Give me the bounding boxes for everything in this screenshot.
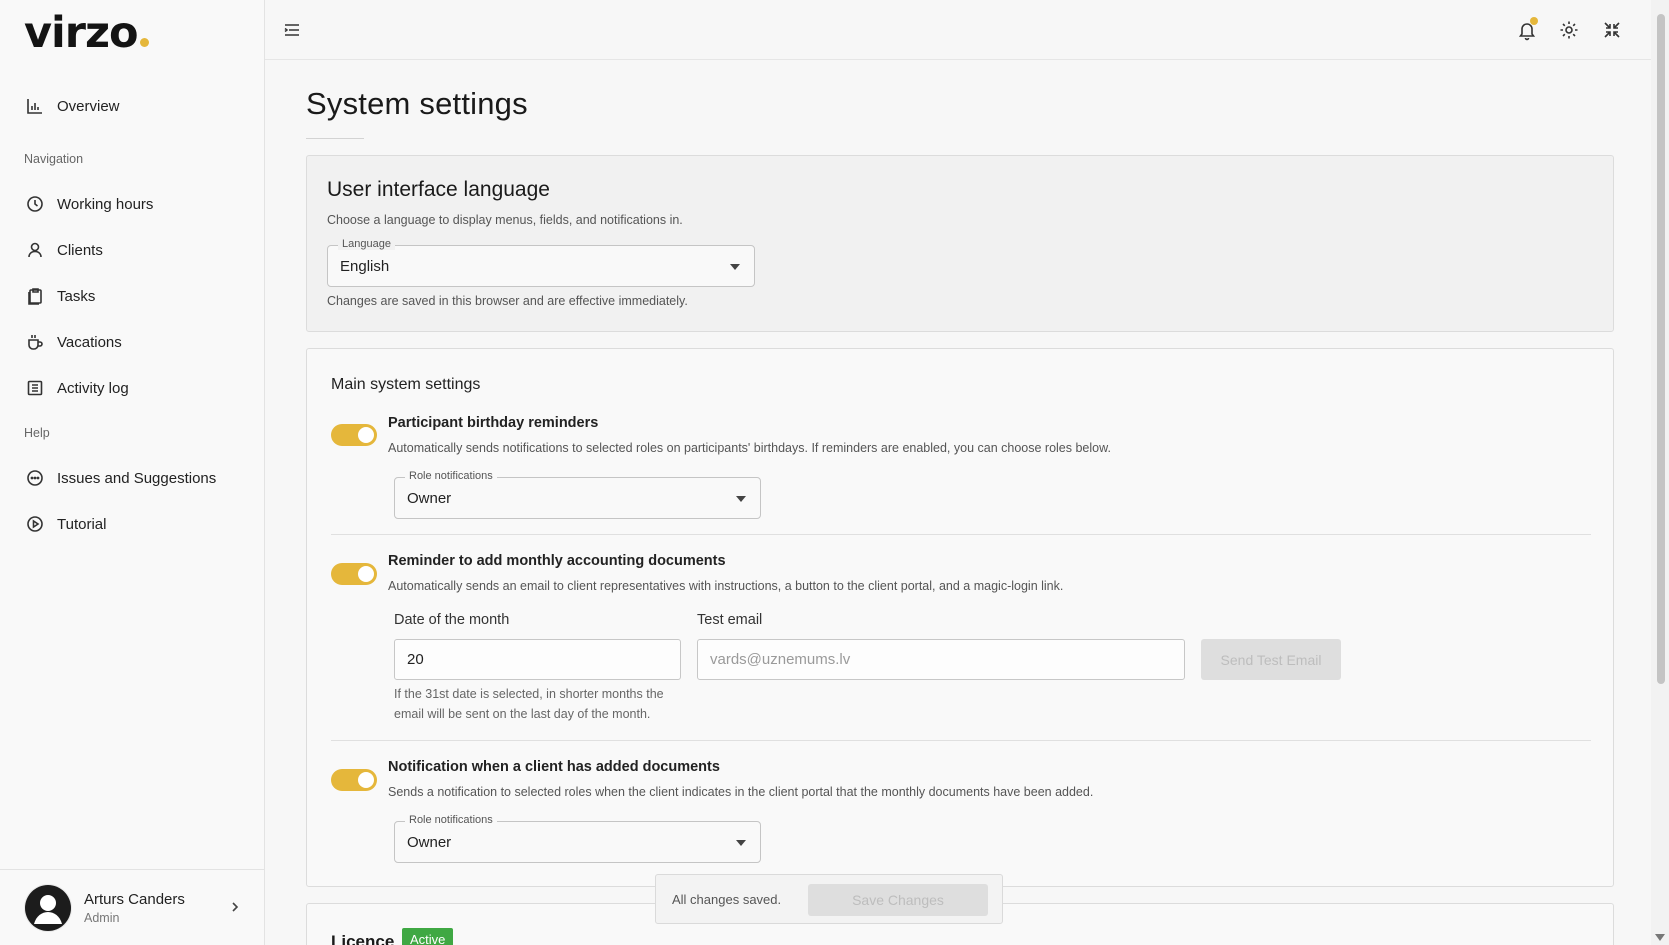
date-of-month-input[interactable]: 20 [394,639,681,680]
licence-title: Licence [331,932,395,945]
sidebar-item-tutorial[interactable]: Tutorial [26,510,106,538]
user-role: Admin [84,910,120,925]
monthly-reminder-description: Automatically sends an email to client r… [388,579,1064,593]
save-status: All changes saved. [672,892,782,907]
nav-section-navigation: Navigation [24,152,84,166]
monthly-reminder-toggle[interactable] [331,563,377,585]
chevron-right-icon [232,902,239,912]
settings-button[interactable] [1558,19,1580,41]
birthday-role-select-label: Role notifications [405,470,497,482]
language-select-value: English [340,258,390,275]
logo-dot [139,38,149,47]
language-helper: Changes are saved in this browser and ar… [327,294,688,308]
test-email-input[interactable]: vards@uznemums.lv [697,639,1185,680]
save-changes-button[interactable]: Save Changes [808,884,988,916]
scroll-down-arrow[interactable] [1655,934,1665,941]
scrollbar-thumb[interactable] [1657,14,1665,684]
sidebar-item-label: Tasks [57,287,96,305]
chevron-down-icon [730,264,740,270]
gear-icon [1560,21,1578,39]
language-card-title: User interface language [327,178,550,201]
avatar [24,883,72,932]
page-title: System settings [306,86,528,121]
main-settings-title: Main system settings [331,376,481,393]
date-helper-text: If the 31st date is selected, in shorter… [394,687,664,721]
user-name: Arturs Canders [84,890,185,908]
collapse-arrows-icon [1604,22,1620,38]
sidebar-item-label: Issues and Suggestions [57,469,217,487]
clipboard-icon [28,288,42,305]
notification-dot [1530,17,1538,25]
birthday-reminders-toggle[interactable] [331,424,377,446]
chevron-down-icon [736,496,746,502]
language-select[interactable]: Language English [327,238,755,287]
monthly-reminder-title: Reminder to add monthly accounting docum… [388,553,726,569]
sidebar-item-working-hours[interactable]: Working hours [26,190,153,218]
language-card-description: Choose a language to display menus, fiel… [327,213,683,227]
chevron-down-icon [736,840,746,846]
save-bar: All changes saved. Save Changes [655,874,1003,924]
date-of-month-label: Date of the month [394,612,510,628]
sidebar-item-label: Overview [57,97,120,115]
sidebar-item-label: Working hours [57,195,154,213]
user-avatar-icon [24,883,72,932]
list-icon [27,380,43,396]
divider [331,740,1591,741]
app-logo[interactable]: virzo [24,8,149,58]
user-icon [28,242,42,258]
language-select-label: Language [338,238,395,250]
birthday-role-select[interactable]: Role notifications Owner [394,470,761,519]
sidebar-item-overview[interactable]: Overview [26,92,120,120]
sidebar-item-label: Activity log [57,379,129,397]
sidebar-item-label: Clients [57,241,103,259]
bar-chart-icon [27,99,42,114]
top-bar [265,0,1669,60]
client-docs-role-select-label: Role notifications [405,814,497,826]
birthday-reminders-description: Automatically sends notifications to sel… [388,441,1111,455]
coffee-cup-icon [28,335,43,350]
chat-bubble-icon [27,470,43,486]
play-circle-icon [27,516,43,532]
user-profile[interactable]: Arturs Canders Admin [0,869,264,945]
client-docs-role-select-value: Owner [407,834,452,851]
birthday-role-select-value: Owner [407,490,452,507]
sidebar-item-label: Tutorial [57,515,107,533]
toggle-knob [358,772,374,788]
send-test-email-button[interactable]: Send Test Email [1201,639,1341,680]
sidebar: virzo Overview Navigation Working hours … [0,0,265,945]
toggle-knob [358,427,374,443]
scrollbar[interactable] [1651,0,1669,945]
toggle-knob [358,566,374,582]
sidebar-item-clients[interactable]: Clients [26,236,103,264]
sidebar-item-tasks[interactable]: Tasks [26,282,95,310]
fullscreen-button[interactable] [1601,19,1623,41]
birthday-reminders-title: Participant birthday reminders [388,415,599,431]
client-docs-title: Notification when a client has added doc… [388,759,720,775]
client-docs-toggle[interactable] [331,769,377,791]
client-docs-description: Sends a notification to selected roles w… [388,785,1094,799]
sidebar-item-issues[interactable]: Issues and Suggestions [26,464,216,492]
client-docs-role-select[interactable]: Role notifications Owner [394,814,761,863]
sidebar-item-activity-log[interactable]: Activity log [26,374,129,402]
sidebar-item-label: Vacations [57,333,122,351]
status-badge: Active [402,928,454,945]
notifications-button[interactable] [1516,17,1538,41]
sidebar-item-vacations[interactable]: Vacations [26,328,122,356]
language-card: User interface language Choose a languag… [306,155,1614,332]
title-underline [306,138,364,139]
clock-icon [27,196,43,212]
test-email-label: Test email [697,612,763,628]
divider [331,534,1591,535]
menu-collapse-icon[interactable] [282,20,302,40]
nav-section-help: Help [24,426,50,440]
